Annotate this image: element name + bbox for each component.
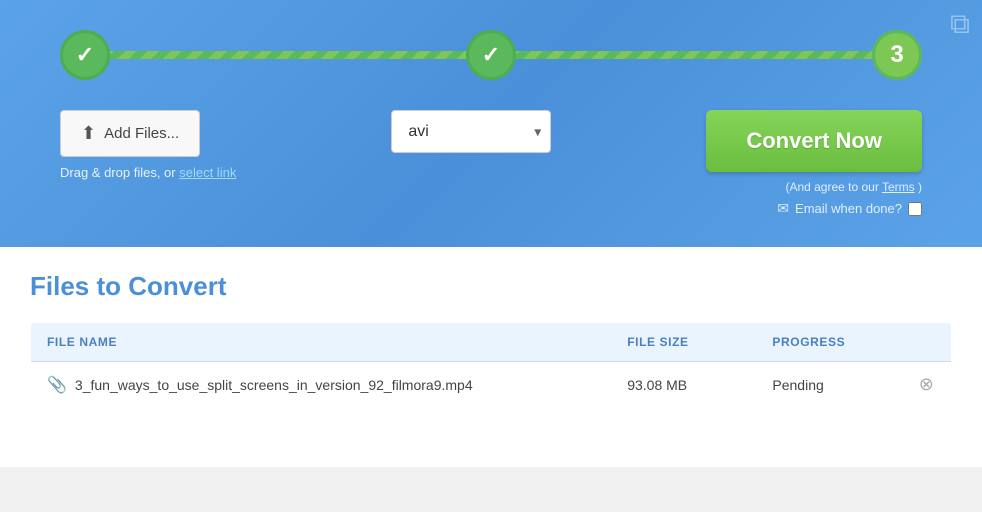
section-title: Files to Convert xyxy=(30,271,952,302)
remove-icon[interactable]: ⊗ xyxy=(919,374,934,394)
col-header-filename: FILE NAME xyxy=(31,323,612,362)
col-header-progress: PROGRESS xyxy=(756,323,901,362)
add-files-button[interactable]: ⬆ Add Files... xyxy=(60,110,200,157)
format-select-wrapper: avi mp4 mkv mov wmv flv webm mp3 aac ogg xyxy=(391,110,551,153)
corner-icon: ⧉ xyxy=(950,8,970,41)
col-header-filesize: FILE SIZE xyxy=(611,323,756,362)
email-label: Email when done? xyxy=(795,201,902,216)
format-column: avi mp4 mkv mov wmv flv webm mp3 aac ogg xyxy=(391,110,551,153)
email-checkbox[interactable] xyxy=(908,202,922,216)
file-name-cell: 📎 3_fun_ways_to_use_split_screens_in_ver… xyxy=(31,362,612,408)
file-progress-cell: Pending xyxy=(756,362,901,408)
stepper: ✓ ✓ 3 xyxy=(60,30,922,80)
terms-link[interactable]: Terms xyxy=(882,180,915,194)
format-select[interactable]: avi mp4 mkv mov wmv flv webm mp3 aac ogg xyxy=(391,110,551,153)
step-2-circle: ✓ xyxy=(466,30,516,80)
add-files-label: Add Files... xyxy=(104,125,179,142)
convert-column: Convert Now (And agree to our Terms ) ✉ … xyxy=(706,110,922,217)
action-row: ⬆ Add Files... Drag & drop files, or sel… xyxy=(60,110,922,217)
email-icon: ✉ xyxy=(777,200,789,217)
terms-text: (And agree to our Terms ) xyxy=(785,180,922,194)
banner: ⧉ ✓ ✓ 3 ⬆ Add Files... Drag & drop files… xyxy=(0,0,982,247)
email-row: ✉ Email when done? xyxy=(777,200,922,217)
drag-drop-text: Drag & drop files, or select link xyxy=(60,165,236,180)
file-size-cell: 93.08 MB xyxy=(611,362,756,408)
col-header-action xyxy=(902,323,952,362)
upload-icon: ⬆ xyxy=(81,123,96,144)
paperclip-icon: 📎 xyxy=(47,375,67,395)
step-line-2 xyxy=(514,51,874,59)
step-1-circle: ✓ xyxy=(60,30,110,80)
file-name-text: 3_fun_ways_to_use_split_screens_in_versi… xyxy=(75,377,473,393)
step-line-1 xyxy=(108,51,468,59)
content-section: Files to Convert FILE NAME FILE SIZE PRO… xyxy=(0,247,982,467)
table-row: 📎 3_fun_ways_to_use_split_screens_in_ver… xyxy=(31,362,952,408)
table-header-row: FILE NAME FILE SIZE PROGRESS xyxy=(31,323,952,362)
convert-now-button[interactable]: Convert Now xyxy=(706,110,922,172)
remove-cell: ⊗ xyxy=(902,362,952,408)
add-files-column: ⬆ Add Files... Drag & drop files, or sel… xyxy=(60,110,236,180)
step-3-circle: 3 xyxy=(872,30,922,80)
file-table: FILE NAME FILE SIZE PROGRESS 📎 3_fun_way… xyxy=(30,322,952,408)
select-link[interactable]: select link xyxy=(179,165,236,180)
